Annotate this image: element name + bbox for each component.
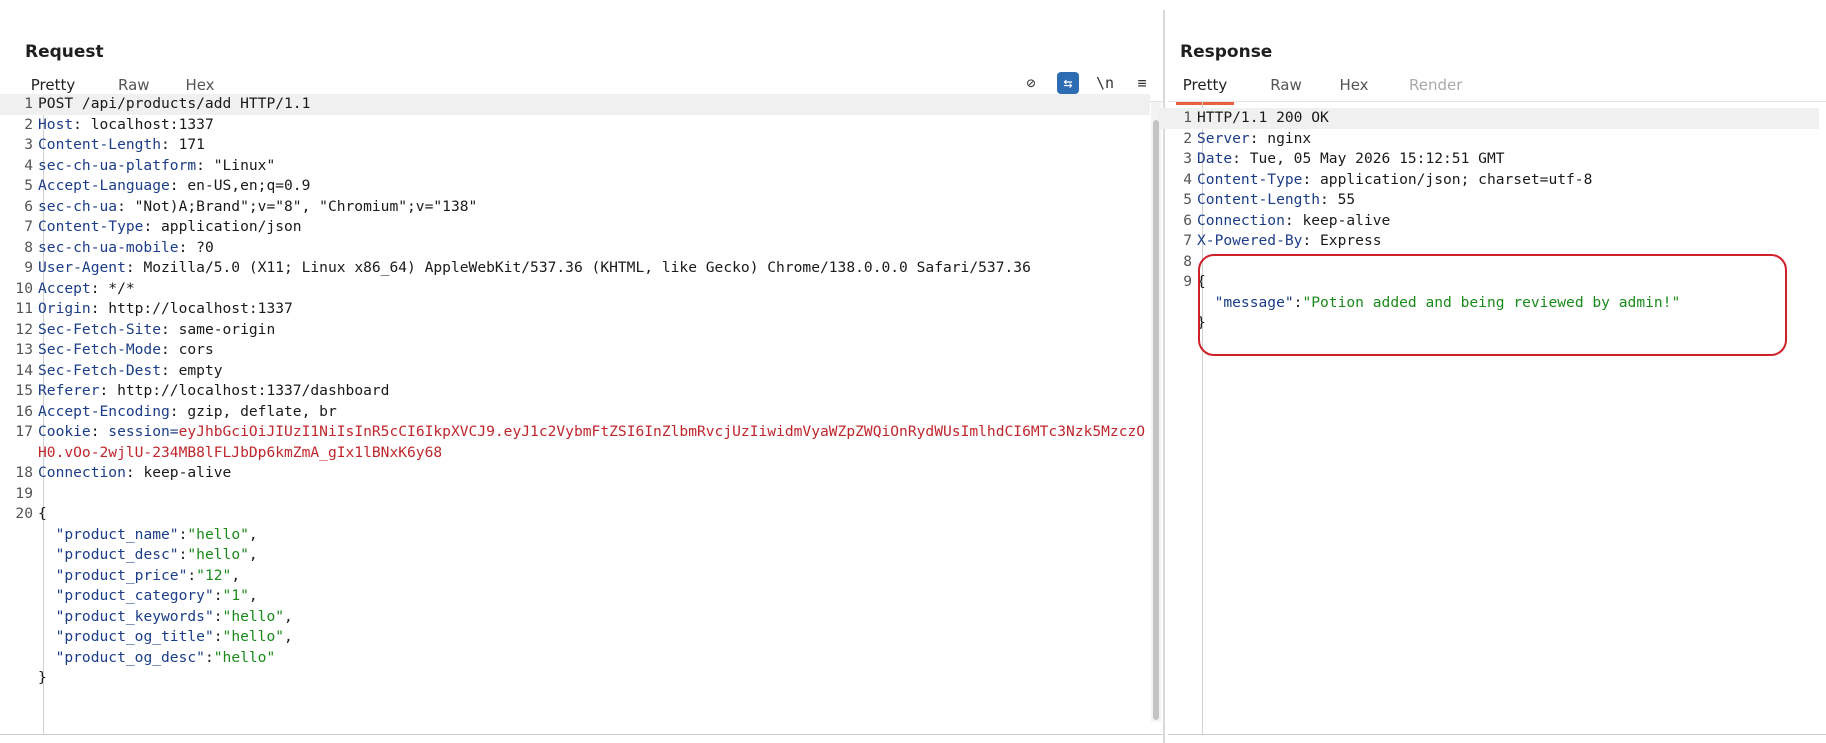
header-line: 16 Accept-Encoding: gzip, deflate, br [15,402,337,420]
newline-icon[interactable]: \n [1094,72,1116,94]
tab-divider [1168,101,1826,102]
json-field: "product_category":"1", [55,587,258,604]
blank-line: 19 [15,484,33,502]
header-line: 2 Server: nginx [1183,129,1312,147]
header-line: 7 Content-Type: application/json [24,218,302,235]
header-line: 9 User-Agent: Mozilla/5.0 (X11; Linux x86… [24,259,1031,276]
header-line: 11 Origin: http://localhost:1337 [15,300,293,317]
body-line: 20{ [15,505,47,522]
response-title: Response [1180,42,1273,62]
json-field: "product_keywords":"hello", [55,607,293,625]
tab-render[interactable]: Render [1409,74,1462,102]
response-pane: Response Pretty Raw Hex Render 1 HTTP/1.1… [1159,0,1826,743]
hide-icon[interactable]: ⊘ [1020,72,1042,94]
header-line: 8 sec-ch-ua-mobile: ?0 [24,238,214,256]
request-pane: Request Pretty Raw Hex ⊘ ⇆ \n ≡ 1 POST /a… [0,0,1164,743]
header-line: 5 Content-Length: 55 [1183,191,1356,208]
bottom-border [1168,734,1826,735]
json-field: "product_og_desc":"hello" [55,648,276,666]
request-editor[interactable]: 1 POST /api/products/add HTTP/1.1 2 Host: … [0,94,1150,726]
header-line: 10 Accept: */* [15,279,135,297]
cookie-header-line: 17 Cookie: session=eyJhbGciOiJIUzI1NiIsIn… [15,423,1146,461]
header-line: 3 Date: Tue, 05 May 2026 15:12:51 GMT [1183,150,1505,167]
header-line: 5 Accept-Language: en-US,en;q=0.9 [24,177,311,194]
header-line: 12 Sec-Fetch-Site: same-origin [15,320,276,338]
json-field: "product_og_title":"hello", [55,628,293,645]
header-line: 4 sec-ch-ua-platform: "Linux" [24,156,276,174]
editor-toolbar: ⊘ ⇆ \n ≡ [1005,72,1153,94]
header-line: 13 Sec-Fetch-Mode: cors [15,341,214,358]
header-line: 7 X-Powered-By: Express [1183,232,1382,249]
json-field: "product_price":"12", [55,566,241,584]
response-editor[interactable]: 1 HTTP/1.1 200 OK 2 Server: nginx 3 Date: T… [1159,108,1819,738]
status-line: 1 HTTP/1.1 200 OK [1159,108,1819,129]
header-line: 18 Connection: keep-alive [15,464,232,481]
menu-icon[interactable]: ≡ [1131,72,1153,94]
json-field: "product_name":"hello", [55,525,258,543]
header-line: 15 Referer: http://localhost:1337/dashboa… [15,382,390,399]
header-line: 6 Connection: keep-alive [1183,211,1391,229]
bottom-border [0,734,1163,735]
request-line: 1 POST /api/products/add HTTP/1.1 [0,94,1150,115]
wrap-lines-icon[interactable]: ⇆ [1057,72,1079,94]
tab-raw[interactable]: Raw [1270,74,1302,102]
tab-hex[interactable]: Hex [1339,74,1369,102]
header-line: 2 Host: localhost:1337 [24,115,214,133]
header-line: 6 sec-ch-ua: "Not)A;Brand";v="8", "Chromi… [24,197,478,215]
response-tabs: Pretty Raw Hex Render [1176,74,1462,105]
request-title: Request [25,42,104,62]
header-line: 4 Content-Type: application/json; charset… [1183,170,1593,188]
header-line: 14 Sec-Fetch-Dest: empty [15,361,223,379]
header-line: 3 Content-Length: 171 [24,136,205,153]
json-field: "product_desc":"hello", [55,546,258,563]
response-body-highlight [1198,254,1787,356]
session-cookie-value: eyJhbGciOiJIUzI1NiIsInR5cCI6IkpXVCJ9.eyJ… [38,423,1146,461]
json-close: } [38,669,47,686]
